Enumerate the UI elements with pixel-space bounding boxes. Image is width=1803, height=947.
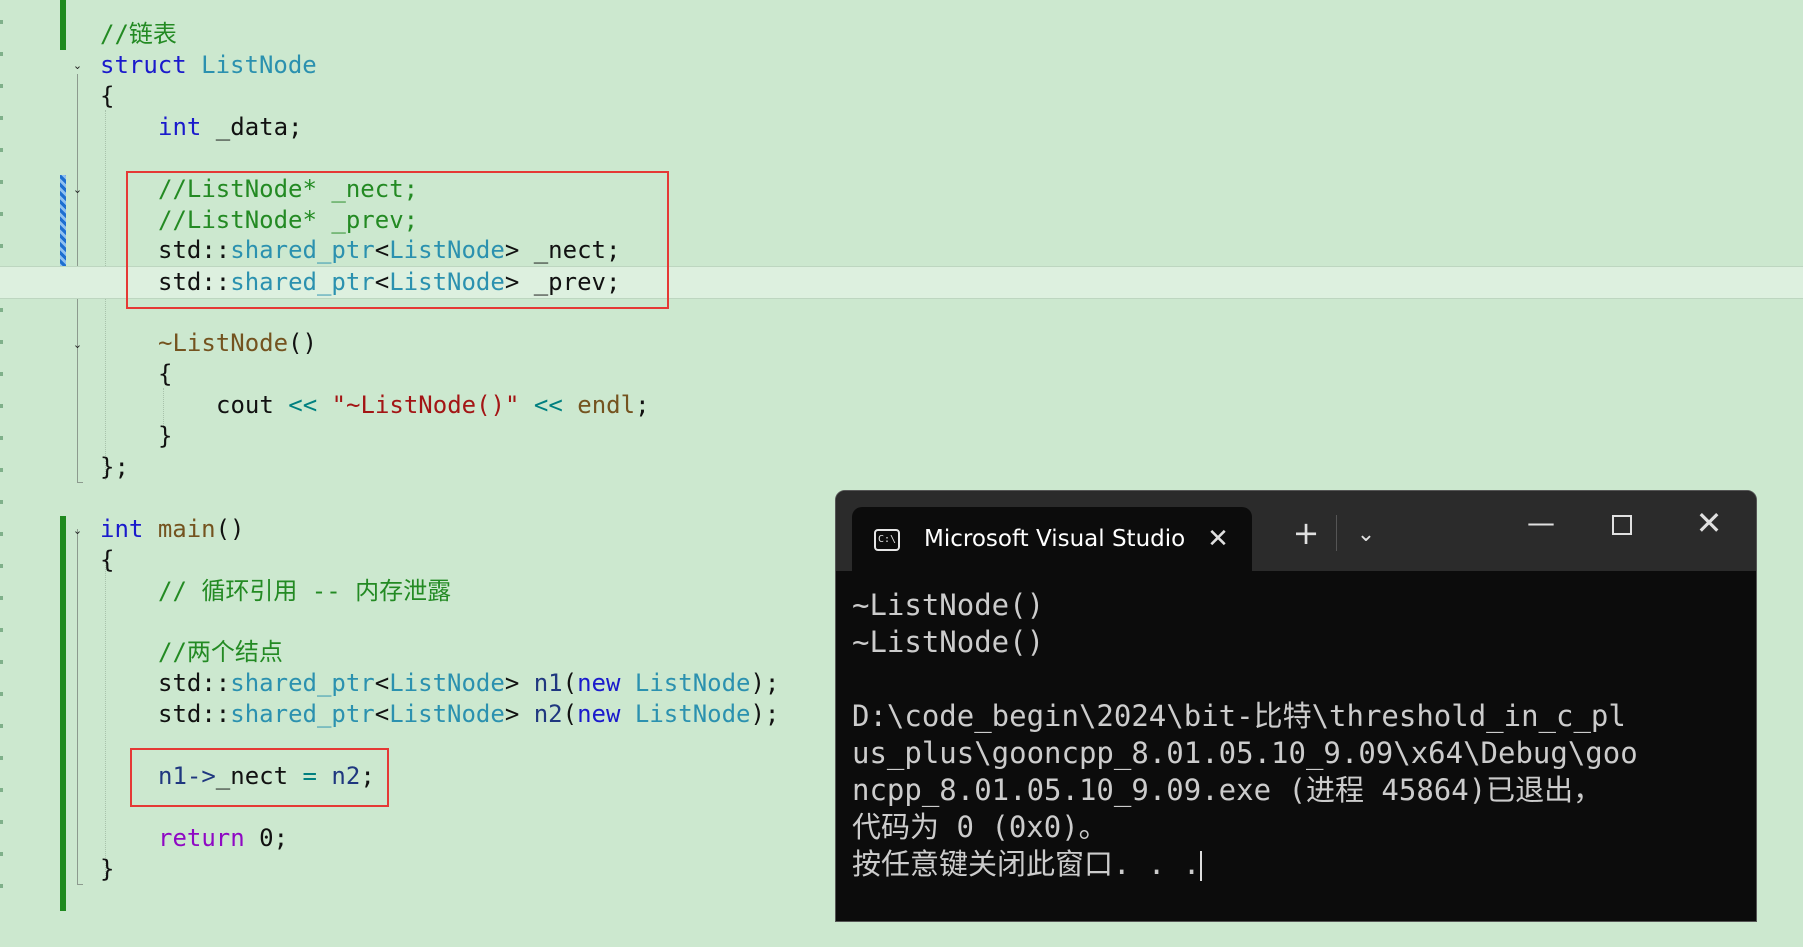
console-line: us_plus\gooncpp_8.01.05.10_9.09\x64\Debu… — [852, 736, 1638, 770]
code-line[interactable]: struct ListNode — [0, 50, 1803, 81]
console-line-prompt: 按任意键关闭此窗口. . . — [852, 847, 1203, 881]
maximize-button[interactable] — [1612, 515, 1632, 535]
console-line: ~ListNode() — [852, 588, 1045, 622]
code-line[interactable]: } — [0, 421, 1803, 452]
code-line[interactable]: cout << "~ListNode()" << endl; — [0, 390, 1803, 421]
toolbar-separator — [1336, 515, 1337, 551]
close-window-button[interactable]: ✕ — [1684, 503, 1734, 543]
code-line[interactable]: { — [0, 81, 1803, 112]
highlight-box-members — [126, 171, 669, 309]
code-line[interactable]: ~ListNode() — [0, 328, 1803, 359]
console-line: ~ListNode() — [852, 625, 1045, 659]
minimize-button[interactable]: — — [1516, 503, 1566, 543]
tab-close-icon[interactable]: ✕ — [1204, 525, 1232, 553]
console-line: 代码为 0 (0x0)。 — [852, 810, 1108, 844]
highlight-box-assignment — [130, 748, 389, 807]
code-line[interactable]: }; — [0, 452, 1803, 483]
console-titlebar[interactable]: C:\ Microsoft Visual Studio ✕ + ⌄ — ✕ — [836, 491, 1756, 571]
console-tab[interactable]: C:\ Microsoft Visual Studio ✕ — [852, 507, 1252, 571]
code-line[interactable]: int _data; — [0, 112, 1803, 143]
text-caret — [1200, 851, 1203, 881]
code-line[interactable]: //链表 — [0, 19, 1803, 50]
console-line: D:\code_begin\2024\bit-比特\threshold_in_c… — [852, 699, 1626, 733]
console-tab-title: Microsoft Visual Studio — [924, 526, 1186, 552]
new-tab-button[interactable]: + — [1286, 513, 1326, 553]
console-output[interactable]: ~ListNode() ~ListNode() D:\code_begin\20… — [852, 587, 1742, 883]
console-line: ncpp_8.01.05.10_9.09.exe (进程 45864)已退出， — [852, 773, 1603, 807]
code-line[interactable]: { — [0, 359, 1803, 390]
chevron-down-icon[interactable]: ⌄ — [1346, 515, 1386, 555]
console-window[interactable]: C:\ Microsoft Visual Studio ✕ + ⌄ — ✕ ~L… — [835, 490, 1757, 922]
cmd-icon: C:\ — [874, 529, 900, 551]
